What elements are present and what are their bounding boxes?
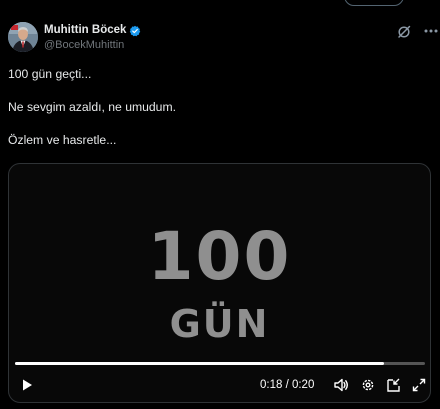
post-line: 100 gün geçti...: [8, 67, 92, 81]
post-text: 100 gün geçti... Ne sevgim azaldı, ne um…: [8, 66, 428, 165]
grok-icon[interactable]: [397, 25, 411, 39]
author-name-row: Muhittin Böcek: [44, 24, 141, 37]
author-name[interactable]: Muhittin Böcek: [44, 24, 126, 36]
author-handle[interactable]: @BocekMuhittin: [44, 39, 124, 51]
verified-badge-icon: [129, 24, 141, 37]
video-controls: 0:18 / 0:20: [9, 374, 430, 398]
video-time: 0:18 / 0:20: [260, 379, 315, 391]
video-progress-bar[interactable]: [15, 362, 425, 365]
top-pill-button[interactable]: [344, 0, 404, 6]
more-icon[interactable]: [422, 23, 440, 39]
settings-icon[interactable]: [360, 377, 376, 393]
video-progress-fill: [15, 362, 384, 365]
post-header: Muhittin Böcek @BocekMuhittin: [8, 22, 438, 56]
video-overlay-number: 100: [147, 218, 292, 295]
fullscreen-icon[interactable]: [411, 377, 427, 393]
video-overlay-label: GÜN: [169, 302, 270, 346]
video-player[interactable]: 100 GÜN 0:18 / 0:20: [8, 163, 431, 403]
post-line: Özlem ve hasretle...: [8, 133, 117, 147]
volume-icon[interactable]: [333, 377, 349, 393]
dock-icon[interactable]: [386, 377, 402, 393]
post-line: Ne sevgim azaldı, ne umudum.: [8, 100, 176, 114]
play-icon[interactable]: [19, 377, 35, 393]
avatar[interactable]: [8, 22, 38, 52]
